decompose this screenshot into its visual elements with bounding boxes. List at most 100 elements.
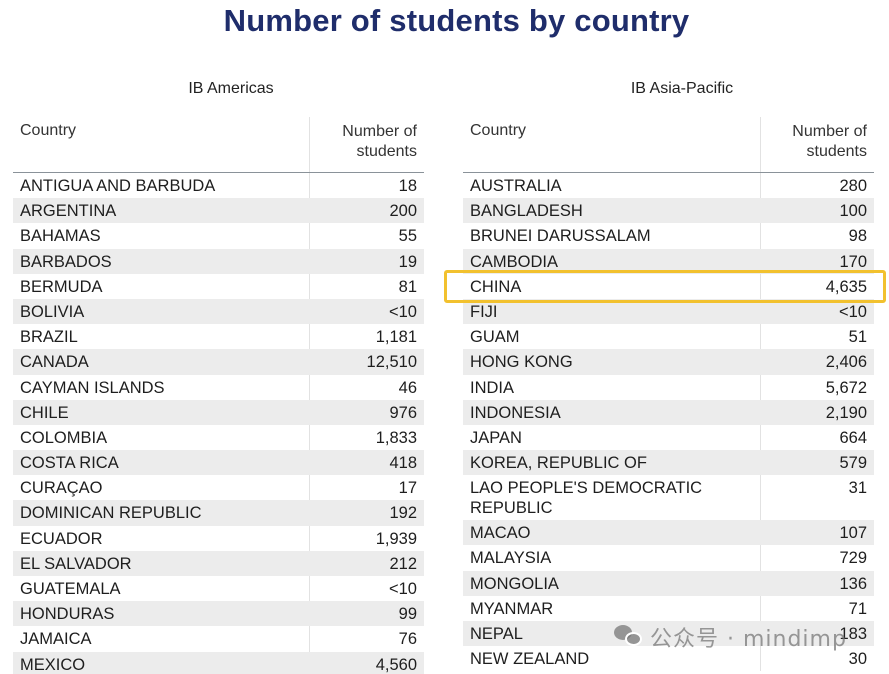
watermark: 公众号 · mindimp xyxy=(614,622,847,652)
country-name: BRAZIL xyxy=(20,328,78,347)
student-count: 81 xyxy=(398,277,417,296)
country-name: JAPAN xyxy=(470,428,522,447)
student-count: 2,190 xyxy=(825,403,867,422)
country-name: CHILE xyxy=(20,403,69,422)
country-name: MALAYSIA xyxy=(470,549,552,568)
student-count: 976 xyxy=(389,403,417,422)
table-row-highlighted: CHINA 4,635 xyxy=(463,274,874,299)
table-row: LAO PEOPLE'S DEMOCRATIC REPUBLIC 31 xyxy=(463,475,874,520)
table-row: ANTIGUA AND BARBUDA 18 xyxy=(13,173,424,198)
asia-pacific-table: Country Number of students AUSTRALIA 280 B… xyxy=(463,117,874,672)
table-row: BERMUDA 81 xyxy=(13,274,424,299)
country-name: LAO PEOPLE'S DEMOCRATIC REPUBLIC xyxy=(470,479,703,518)
table-row: EL SALVADOR 212 xyxy=(13,550,424,576)
table-row: ECUADOR 1,939 xyxy=(13,526,424,551)
country-name: BRUNEI DARUSSALAM xyxy=(470,227,651,246)
country-name: BANGLADESH xyxy=(470,202,583,221)
table-row: HONG KONG 2,406 xyxy=(463,349,874,375)
table-row: BARBADOS 19 xyxy=(13,248,424,274)
country-name: CAMBODIA xyxy=(470,252,559,271)
country-name: DOMINICAN REPUBLIC xyxy=(20,504,202,523)
table-row: MALAYSIA 729 xyxy=(463,545,874,570)
country-name: COLOMBIA xyxy=(20,428,108,447)
table-row: BRUNEI DARUSSALAM 98 xyxy=(463,223,874,248)
country-name: GUATEMALA xyxy=(20,580,121,598)
student-count: 579 xyxy=(839,454,867,473)
student-count: 4,635 xyxy=(825,277,867,296)
student-count: 107 xyxy=(839,524,867,543)
table-row: CHILE 976 xyxy=(13,399,424,425)
table-row: COSTA RICA 418 xyxy=(13,450,424,476)
table-row: INDONESIA 2,190 xyxy=(463,399,874,425)
table-row: KOREA, REPUBLIC OF 579 xyxy=(463,450,874,476)
table-row: JAMAICA 76 xyxy=(13,626,424,651)
country-name: BERMUDA xyxy=(20,277,103,296)
student-count: <10 xyxy=(389,580,417,598)
table-row: CAMBODIA 170 xyxy=(463,248,874,274)
table-row: FIJI <10 xyxy=(463,298,874,325)
table-body: AUSTRALIA 280 BANGLADESH 100 BRUNEI DARUSSAL… xyxy=(463,173,874,671)
student-count: 51 xyxy=(848,328,867,347)
student-count: 136 xyxy=(839,574,867,593)
student-count: 55 xyxy=(398,227,417,246)
table-row: GUAM 51 xyxy=(463,324,874,349)
student-count: 31 xyxy=(848,479,867,498)
country-name: BAHAMAS xyxy=(20,227,101,246)
country-name: HONDURAS xyxy=(20,605,115,624)
header-country: Country xyxy=(20,122,77,139)
student-count: 18 xyxy=(398,177,417,195)
student-count: 12,510 xyxy=(366,353,417,372)
country-name: CURAÇAO xyxy=(20,479,103,498)
americas-table: Country Number of students ANTIGUA AND B… xyxy=(13,117,424,674)
student-count: 30 xyxy=(848,650,867,669)
table-body: ANTIGUA AND BARBUDA 18 ARGENTINA 200 BAHAMAS… xyxy=(13,173,424,674)
table-row: BAHAMAS 55 xyxy=(13,223,424,248)
country-name: INDONESIA xyxy=(470,403,561,422)
student-count: 4,560 xyxy=(375,655,417,674)
wechat-icon xyxy=(614,625,644,649)
student-count: 98 xyxy=(848,227,867,246)
table-row: CANADA 12,510 xyxy=(13,349,424,375)
country-name: BOLIVIA xyxy=(20,302,85,321)
student-count: 99 xyxy=(398,605,417,624)
country-name: INDIA xyxy=(470,378,515,397)
table-row: BRAZIL 1,181 xyxy=(13,324,424,349)
header-line-2: students xyxy=(356,143,417,160)
student-count: 192 xyxy=(389,504,417,523)
student-count: 212 xyxy=(389,554,417,573)
country-name: GUAM xyxy=(470,328,520,347)
student-count: 71 xyxy=(848,599,867,618)
country-name: MEXICO xyxy=(20,655,86,674)
table-row: JAPAN 664 xyxy=(463,425,874,450)
header-country: Country xyxy=(470,122,527,139)
country-name: BARBADOS xyxy=(20,252,112,271)
table-row: COLOMBIA 1,833 xyxy=(13,425,424,450)
table-header: Country Number of students xyxy=(463,117,874,173)
table-row: BANGLADESH 100 xyxy=(463,198,874,224)
country-name: ECUADOR xyxy=(20,529,103,548)
table-row: MYANMAR 71 xyxy=(463,596,874,621)
country-name: CANADA xyxy=(20,353,89,372)
student-count: 46 xyxy=(398,378,417,397)
country-name: EL SALVADOR xyxy=(20,554,132,573)
student-count: 76 xyxy=(398,630,417,649)
table-row: CURAÇAO 17 xyxy=(13,475,424,500)
student-count: 729 xyxy=(839,549,867,568)
country-name: HONG KONG xyxy=(470,353,573,372)
table-row: MONGOLIA 136 xyxy=(463,570,874,596)
country-name: AUSTRALIA xyxy=(470,177,562,195)
country-name: COSTA RICA xyxy=(20,454,119,473)
header-line-1: Number of xyxy=(342,123,417,140)
student-count: 100 xyxy=(839,202,867,221)
table-row: HONDURAS 99 xyxy=(13,601,424,627)
table-row: INDIA 5,672 xyxy=(463,375,874,400)
student-count: 1,939 xyxy=(375,529,417,548)
header-line-1: Number of xyxy=(792,123,867,140)
table-row: ARGENTINA 200 xyxy=(13,198,424,224)
student-count: 280 xyxy=(839,177,867,195)
student-count: 17 xyxy=(398,479,417,498)
country-name: ANTIGUA AND BARBUDA xyxy=(20,177,216,195)
student-count: 200 xyxy=(389,202,417,221)
student-count: 664 xyxy=(839,428,867,447)
table-row: MEXICO 4,560 xyxy=(13,651,424,674)
